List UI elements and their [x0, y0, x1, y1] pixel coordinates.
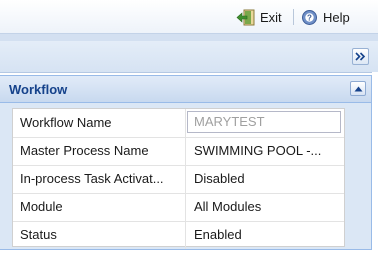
property-row-workflow-name[interactable]: Workflow Name MARYTEST [13, 109, 344, 138]
property-value: SWIMMING POOL -... [194, 143, 322, 158]
help-label: Help [323, 9, 350, 25]
property-row-status[interactable]: Status Enabled [13, 221, 344, 249]
property-row-master-process[interactable]: Master Process Name SWIMMING POOL -... [13, 137, 344, 166]
top-bar: Exit ? Help [0, 0, 378, 33]
property-name: Module [13, 193, 186, 221]
workflow-panel: Workflow Workflow Name MARYTEST Master P… [0, 75, 372, 250]
svg-text:?: ? [307, 13, 312, 22]
property-name: Workflow Name [13, 109, 186, 137]
workflow-panel-header: Workflow [0, 76, 371, 103]
workflow-name-input[interactable]: MARYTEST [187, 111, 341, 133]
property-value: Disabled [194, 171, 245, 186]
help-button[interactable]: ? Help [301, 8, 350, 26]
exit-label: Exit [260, 9, 282, 25]
exit-icon [236, 9, 255, 25]
top-separator [293, 9, 294, 25]
triangle-up-icon [354, 86, 362, 91]
panel-title: Workflow [9, 82, 68, 97]
property-name: Status [13, 221, 186, 249]
property-row-module[interactable]: Module All Modules [13, 193, 344, 222]
property-grid: Workflow Name MARYTEST Master Process Na… [12, 108, 345, 249]
property-value: Enabled [194, 227, 242, 242]
right-edge [372, 72, 378, 255]
property-row-task-activation[interactable]: In-process Task Activat... Disabled [13, 165, 344, 194]
property-value: All Modules [194, 199, 262, 214]
property-name: In-process Task Activat... [13, 165, 186, 193]
exit-button[interactable]: Exit [236, 8, 282, 26]
toolbar [0, 41, 378, 73]
double-chevron-right-icon [355, 52, 366, 61]
help-icon: ? [302, 9, 317, 25]
expand-panel-button[interactable] [352, 48, 369, 65]
collapse-panel-button[interactable] [350, 81, 366, 96]
property-name: Master Process Name [13, 137, 186, 165]
